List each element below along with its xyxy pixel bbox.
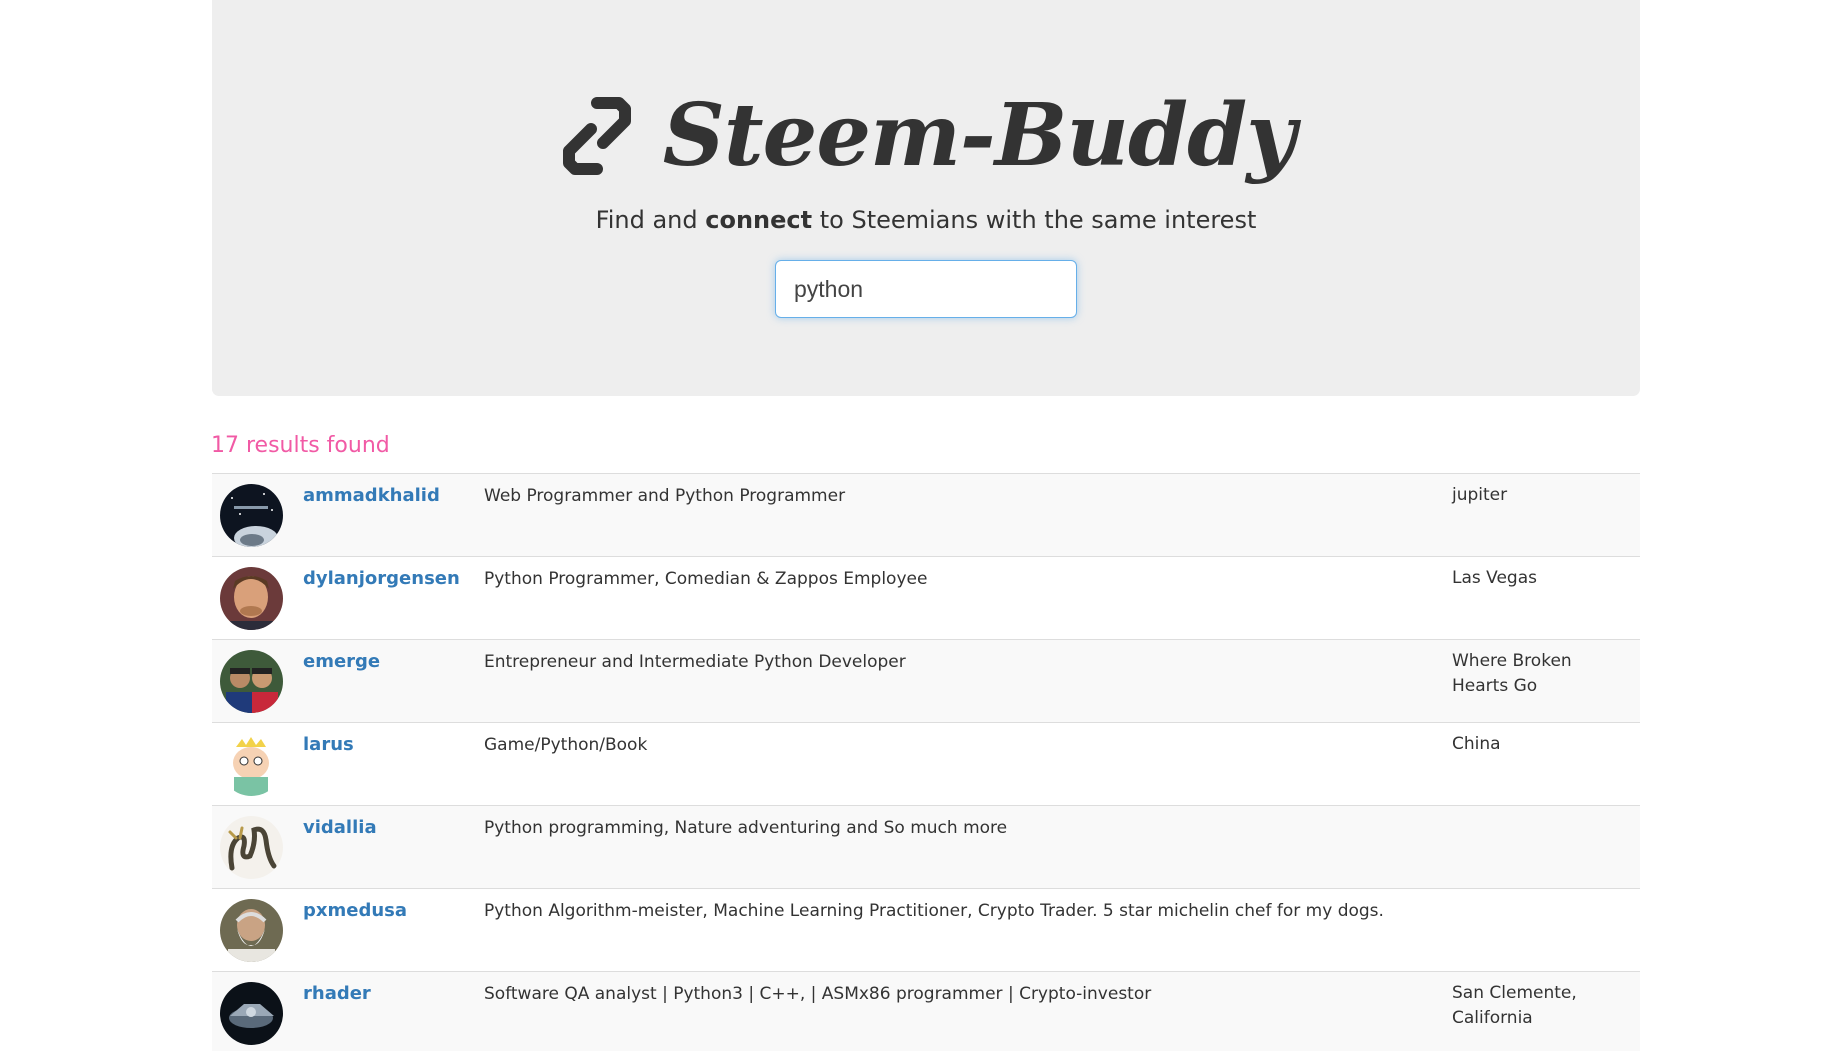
table-row: emerge Entrepreneur and Intermediate Pyt…: [212, 639, 1640, 722]
table-row: dylanjorgensen Python Programmer, Comedi…: [212, 556, 1640, 639]
user-bio: Software QA analyst | Python3 | C++, | A…: [484, 984, 1152, 1004]
table-row: vidallia Python programming, Nature adve…: [212, 805, 1640, 888]
username-link[interactable]: dylanjorgensen: [303, 568, 460, 589]
username-link[interactable]: emerge: [303, 651, 380, 672]
user-location: jupiter: [1452, 485, 1508, 505]
results-count: 17 results found: [211, 433, 390, 458]
avatar[interactable]: [220, 816, 283, 879]
search-box: [775, 260, 1077, 318]
username-link[interactable]: rhader: [303, 983, 371, 1004]
table-row: pxmedusa Python Algorithm-meister, Machi…: [212, 888, 1640, 971]
user-bio: Entrepreneur and Intermediate Python Dev…: [484, 652, 906, 672]
results-table: ammadkhalid Web Programmer and Python Pr…: [212, 473, 1640, 1051]
username-link[interactable]: pxmedusa: [303, 900, 407, 921]
tagline-bold: connect: [705, 206, 813, 234]
table-row: larus Game/Python/Book China: [212, 722, 1640, 805]
user-location: Where Broken Hearts Go: [1452, 651, 1572, 696]
search-input[interactable]: [775, 260, 1077, 318]
brand: Steem-Buddy: [212, 66, 1640, 206]
avatar[interactable]: [220, 982, 283, 1045]
username-link[interactable]: vidallia: [303, 817, 377, 838]
avatar[interactable]: [220, 650, 283, 713]
username-link[interactable]: ammadkhalid: [303, 485, 440, 506]
user-bio: Game/Python/Book: [484, 735, 648, 755]
user-location: China: [1452, 734, 1501, 754]
avatar[interactable]: [220, 899, 283, 962]
link-chain-icon: [557, 91, 637, 181]
tagline: Find and connect to Steemians with the s…: [212, 206, 1640, 234]
user-bio: Python programming, Nature adventuring a…: [484, 818, 1008, 838]
user-location: Las Vegas: [1452, 568, 1537, 588]
tagline-suffix: to Steemians with the same interest: [812, 206, 1257, 234]
user-location: San Clemente, California: [1452, 983, 1577, 1028]
tagline-prefix: Find and: [595, 206, 706, 234]
user-bio: Python Algorithm-meister, Machine Learni…: [484, 901, 1384, 921]
user-bio: Web Programmer and Python Programmer: [484, 486, 846, 506]
brand-title[interactable]: Steem-Buddy: [663, 93, 1296, 179]
username-link[interactable]: larus: [303, 734, 354, 755]
hero-banner: Steem-Buddy Find and connect to Steemian…: [212, 0, 1640, 396]
user-bio: Python Programmer, Comedian & Zappos Emp…: [484, 569, 928, 589]
table-row: rhader Software QA analyst | Python3 | C…: [212, 971, 1640, 1051]
table-row: ammadkhalid Web Programmer and Python Pr…: [212, 473, 1640, 556]
avatar[interactable]: [220, 484, 283, 547]
avatar[interactable]: [220, 567, 283, 630]
avatar[interactable]: [220, 733, 283, 796]
page: Steem-Buddy Find and connect to Steemian…: [0, 0, 1835, 1051]
